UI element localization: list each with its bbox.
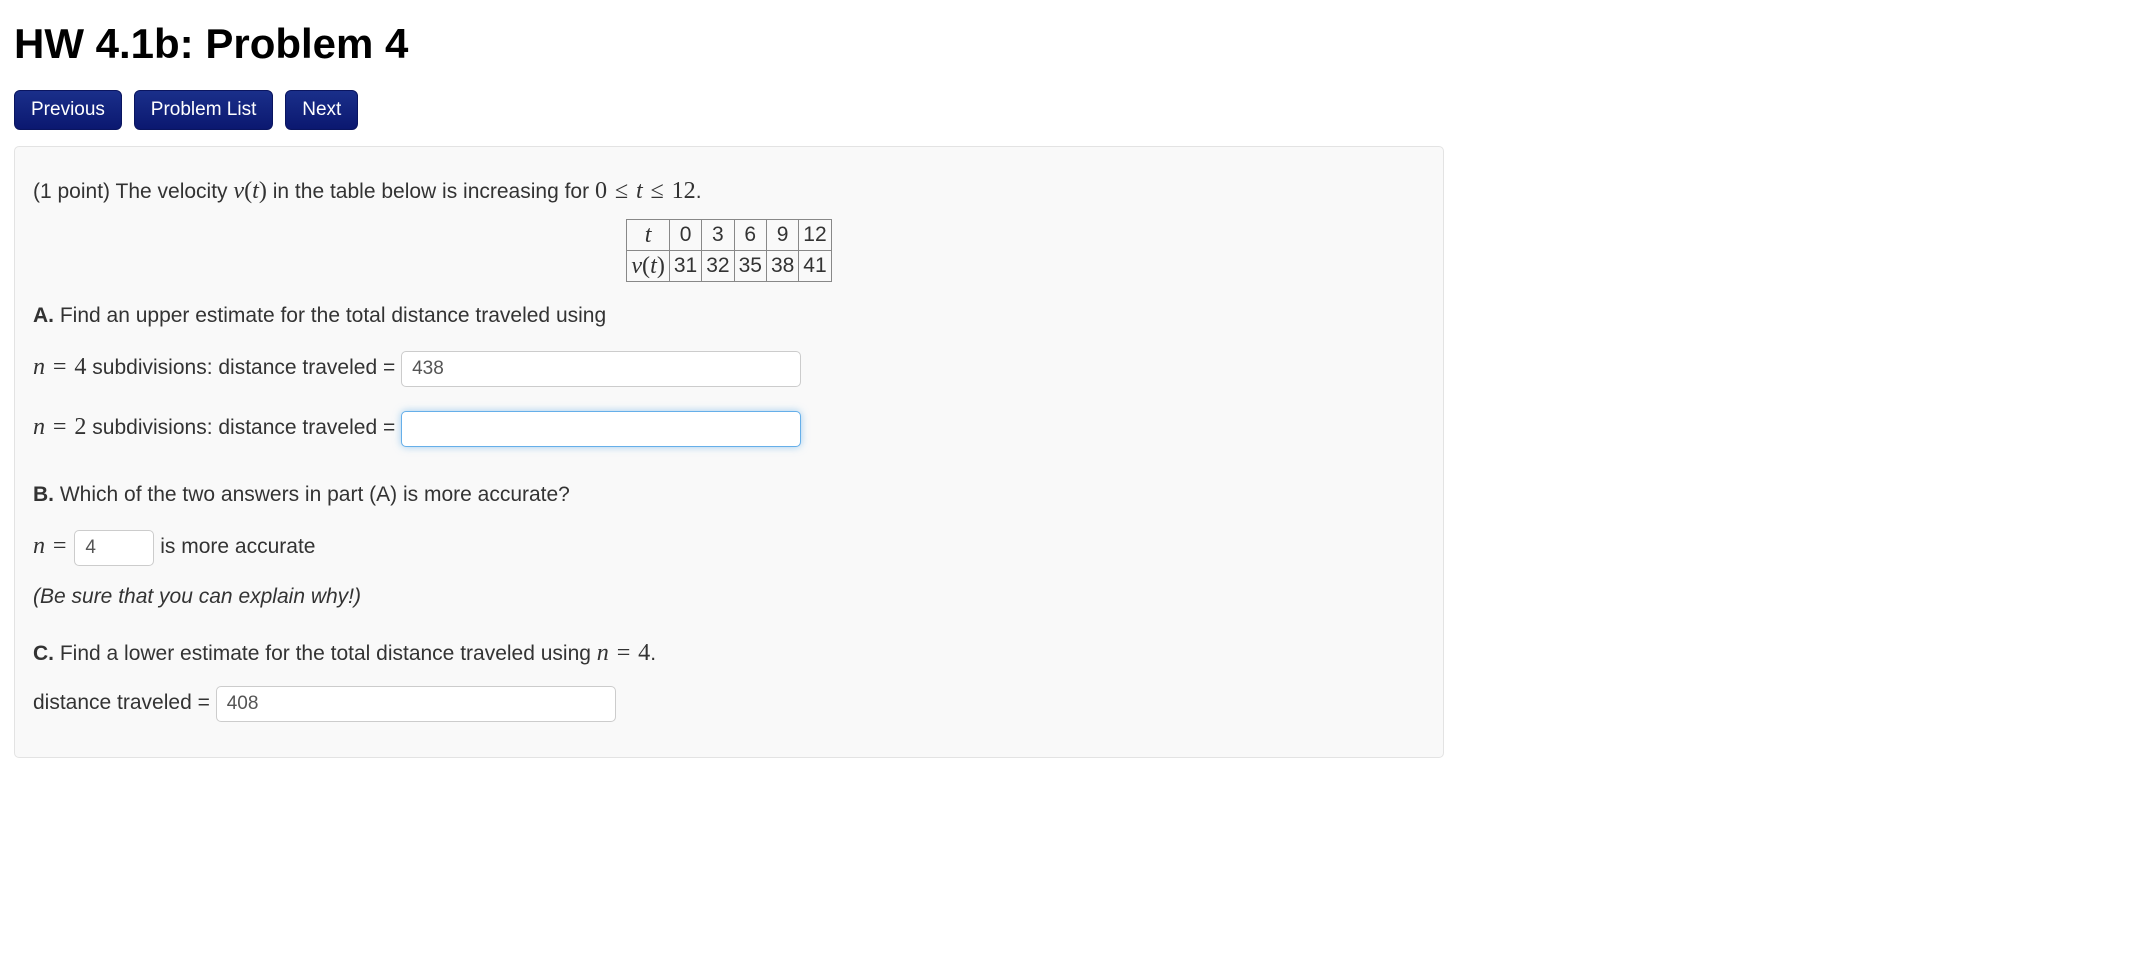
range-var: t	[636, 177, 643, 204]
part-c-lead: Find a lower estimate for the total dist…	[54, 642, 597, 665]
partc-period: .	[650, 642, 656, 665]
range-op1: ≤	[613, 177, 630, 204]
vt-2: 35	[734, 251, 766, 282]
eq-op: =	[615, 639, 633, 666]
problem-body: (1 point) The velocity v(t) in the table…	[14, 146, 1444, 758]
n2-suffix: subdivisions: distance traveled =	[86, 416, 401, 439]
eq-op: =	[51, 353, 69, 380]
part-b-suffix: is more accurate	[160, 535, 315, 558]
problem-list-button[interactable]: Problem List	[134, 90, 274, 130]
page-title: HW 4.1b: Problem 4	[14, 20, 2127, 68]
part-a-text: Find an upper estimate for the total dis…	[54, 304, 606, 327]
range-lhs: 0	[595, 177, 607, 204]
part-a-label: A.	[33, 304, 54, 327]
partc-n-val: 4	[638, 639, 650, 666]
part-b-note: (Be sure that you can explain why!)	[33, 581, 1425, 613]
range-rhs: 12	[672, 177, 696, 204]
intro-period: .	[696, 180, 702, 203]
table-row: v(t) 31 32 35 38 41	[627, 251, 831, 282]
part-c-distance-input[interactable]	[216, 686, 616, 722]
intro-mid: in the table below is increasing for	[267, 180, 595, 203]
part-a-n4-line: n = 4 subdivisions: distance traveled =	[33, 342, 1425, 393]
problem-intro: (1 point) The velocity v(t) in the table…	[33, 173, 1425, 209]
t-4: 12	[799, 220, 831, 251]
part-c-line: distance traveled =	[33, 681, 1425, 725]
n-var: n	[33, 532, 45, 559]
t-3: 9	[766, 220, 798, 251]
dist-label: distance traveled =	[33, 691, 216, 714]
part-a-heading: A. Find an upper estimate for the total …	[33, 300, 1425, 332]
part-b-label: B.	[33, 483, 54, 506]
t-2: 6	[734, 220, 766, 251]
part-c-label: C.	[33, 642, 54, 665]
vt-3: 38	[766, 251, 798, 282]
previous-button[interactable]: Previous	[14, 90, 122, 130]
row-label-vt: v(t)	[627, 251, 670, 282]
part-b-text: Which of the two answers in part (A) is …	[54, 483, 570, 506]
n-var: n	[33, 413, 45, 440]
velocity-table: t 0 3 6 9 12 v(t) 31 32 35 38 41	[626, 219, 831, 282]
nav-buttons: Previous Problem List Next	[14, 90, 2127, 130]
part-c-heading: C. Find a lower estimate for the total d…	[33, 635, 1425, 671]
n2-distance-input[interactable]	[401, 411, 801, 447]
vt-1: 32	[702, 251, 734, 282]
vt-0: 31	[669, 251, 701, 282]
points-label: (1 point)	[33, 180, 116, 203]
part-b-n-input[interactable]	[74, 530, 154, 566]
table-row: t 0 3 6 9 12	[627, 220, 831, 251]
n4-val: 4	[74, 353, 86, 380]
row-label-t: t	[627, 220, 670, 251]
next-button[interactable]: Next	[285, 90, 358, 130]
range-op2: ≤	[649, 177, 666, 204]
part-a-n2-line: n = 2 subdivisions: distance traveled =	[33, 402, 1425, 453]
part-b-heading: B. Which of the two answers in part (A) …	[33, 479, 1425, 511]
vt-4: 41	[799, 251, 831, 282]
n4-suffix: subdivisions: distance traveled =	[86, 356, 401, 379]
t-0: 0	[669, 220, 701, 251]
n-var: n	[597, 639, 609, 666]
n-var: n	[33, 353, 45, 380]
part-b-line: n = is more accurate	[33, 521, 1425, 572]
n2-val: 2	[74, 413, 86, 440]
n4-distance-input[interactable]	[401, 351, 801, 387]
eq-op: =	[51, 413, 69, 440]
intro-lead: The velocity	[116, 180, 234, 203]
t-1: 3	[702, 220, 734, 251]
eq-op: =	[51, 532, 69, 559]
